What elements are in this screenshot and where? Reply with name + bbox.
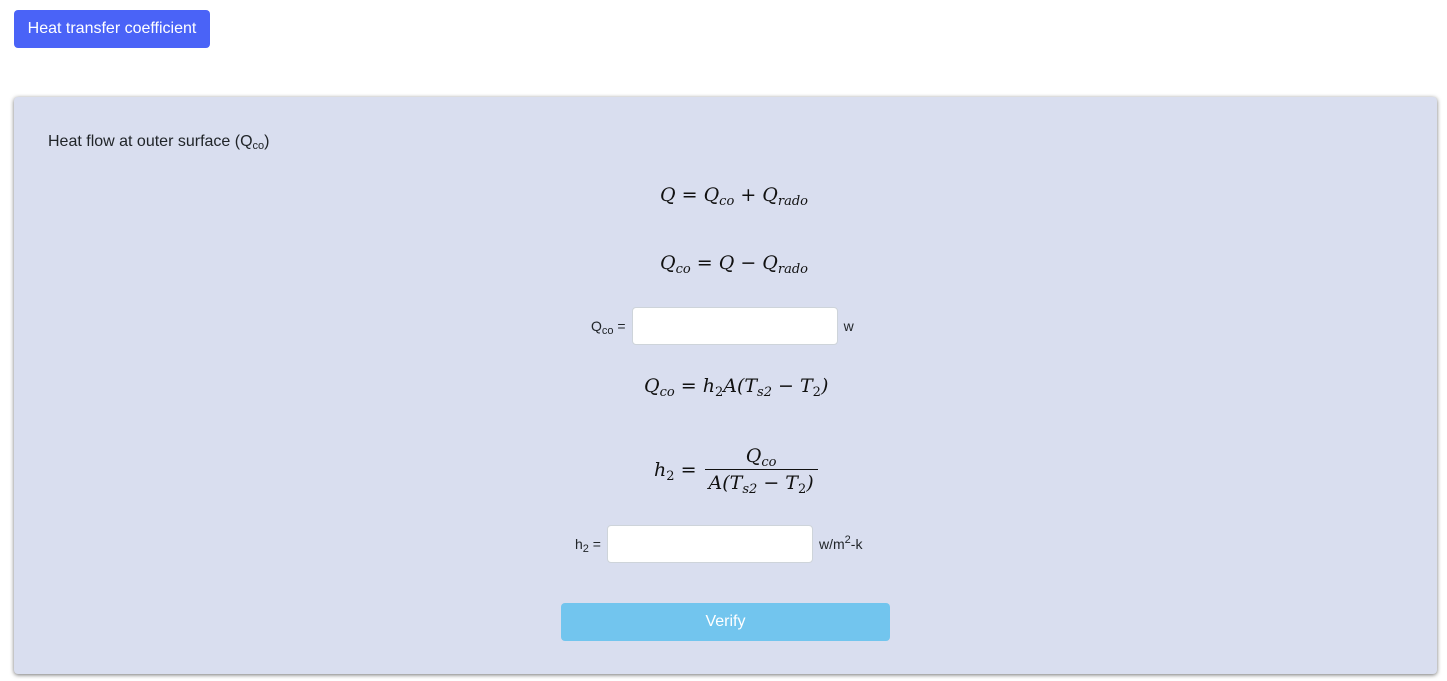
equation-total-heat: Q = Qco + Qrado — [660, 184, 808, 209]
h2-label: h2 = — [575, 536, 601, 555]
equation-h2-fraction: h2 = Qco A(Ts2 − T2) — [654, 445, 818, 496]
h2-unit: w/m2-k — [819, 534, 863, 553]
qco-input[interactable] — [631, 307, 838, 345]
qco-label: Qco = — [591, 318, 626, 337]
qco-row: Qco = w — [591, 307, 854, 345]
equation-convection-heat: Qco = Q − Qrado — [660, 252, 808, 277]
h2-row: h2 = w/m2-k — [575, 525, 862, 563]
h2-input[interactable] — [607, 525, 813, 563]
qco-unit: w — [843, 318, 854, 334]
equation-newton-cooling: Qco = h2A(Ts2 − T2) — [644, 375, 829, 400]
verify-button[interactable]: Verify — [561, 603, 890, 641]
heat-transfer-coefficient-tab[interactable]: Heat transfer coefficient — [14, 10, 210, 48]
section-heading: Heat flow at outer surface (Qco) — [48, 133, 270, 152]
calculation-panel: Heat flow at outer surface (Qco) Q = Qco… — [14, 97, 1437, 674]
